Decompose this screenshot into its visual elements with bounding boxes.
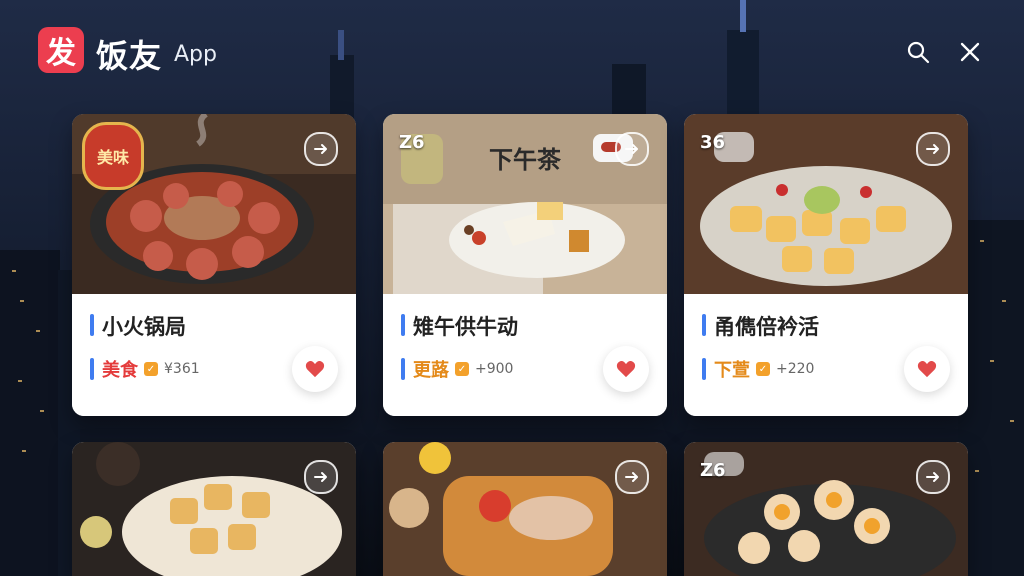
food-image: 36 — [684, 114, 968, 294]
share-button[interactable] — [916, 460, 950, 494]
share-arrow-icon — [625, 144, 638, 154]
food-card-grid: 美味 小火锅局 美食 ✓ ¥361 Z6 下午茶 雉午供牛动 更蕗 ✓ +900… — [72, 114, 968, 576]
share-arrow-icon — [926, 144, 939, 154]
category-tag: 美食 — [102, 360, 138, 381]
corner-label: Z6 — [700, 460, 726, 481]
food-image: Z6 — [684, 442, 968, 576]
food-card[interactable]: Z6 下午茶 雉午供牛动 更蕗 ✓ +900 — [383, 114, 667, 416]
heart-icon — [917, 360, 937, 378]
card-meta: 下萱 ✓ +220 — [702, 358, 815, 381]
corner-label: 36 — [700, 132, 726, 153]
card-meta: 美食 ✓ ¥361 — [90, 358, 200, 381]
share-button[interactable] — [916, 132, 950, 166]
lantern-decoration: 美味 — [82, 122, 144, 190]
like-button[interactable] — [292, 346, 338, 392]
share-arrow-icon — [926, 472, 939, 482]
food-card[interactable]: 36 甬儁倍衿活 下萱 ✓ +220 — [684, 114, 968, 416]
food-card[interactable] — [72, 442, 356, 576]
close-icon — [960, 42, 980, 62]
food-image: Z6 下午茶 — [383, 114, 667, 294]
app-logo-badge: 发 — [38, 27, 84, 73]
app-brand-name: 饭友 — [96, 37, 163, 75]
share-button[interactable] — [304, 132, 338, 166]
share-button[interactable] — [615, 460, 649, 494]
app-brand-suffix: App — [174, 42, 217, 67]
food-card[interactable]: 美味 小火锅局 美食 ✓ ¥361 — [72, 114, 356, 416]
share-button[interactable] — [304, 460, 338, 494]
card-title: 小火锅局 — [90, 311, 186, 341]
food-image — [383, 442, 667, 576]
like-button[interactable] — [603, 346, 649, 392]
lantern-text: 美味 — [96, 148, 129, 167]
like-button[interactable] — [904, 346, 950, 392]
top-bar: 发 饭友 App — [0, 0, 1024, 100]
food-card[interactable]: Z6 — [684, 442, 968, 576]
badge-icon: ✓ — [455, 362, 469, 376]
search-button[interactable] — [902, 36, 934, 68]
card-title: 甬儁倍衿活 — [702, 311, 819, 341]
search-icon — [907, 41, 930, 64]
heart-icon — [305, 360, 325, 378]
close-button[interactable] — [954, 36, 986, 68]
food-image: 美味 — [72, 114, 356, 294]
share-arrow-icon — [314, 472, 327, 482]
food-card[interactable] — [383, 442, 667, 576]
count-label: +220 — [776, 361, 815, 377]
share-button[interactable] — [615, 132, 649, 166]
category-tag: 下萱 — [714, 360, 750, 381]
badge-icon: ✓ — [756, 362, 770, 376]
share-arrow-icon — [314, 144, 327, 154]
share-arrow-icon — [625, 472, 638, 482]
category-tag: 更蕗 — [413, 360, 449, 381]
count-label: +900 — [475, 361, 514, 377]
badge-icon: ✓ — [144, 362, 158, 376]
heart-icon — [616, 360, 636, 378]
food-image — [72, 442, 356, 576]
card-title: 雉午供牛动 — [401, 311, 518, 341]
card-meta: 更蕗 ✓ +900 — [401, 358, 514, 381]
price-label: ¥361 — [164, 361, 200, 377]
